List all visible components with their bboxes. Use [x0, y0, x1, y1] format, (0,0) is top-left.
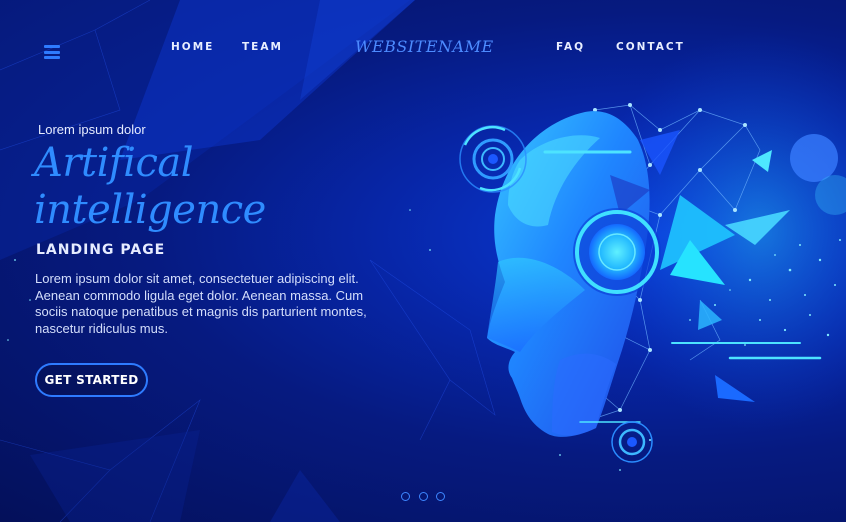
menu-bar [44, 45, 60, 48]
pager-dot-3[interactable] [436, 492, 445, 501]
slide-pager [401, 492, 447, 502]
menu-bar [44, 56, 60, 59]
hero-body-text: Lorem ipsum dolor sit amet, consectetuer… [35, 271, 367, 336]
polygon-shard [270, 470, 340, 522]
landing-page: HOME TEAM WEBSITENAME FAQ CONTACT Lorem … [0, 0, 846, 522]
hero-title-line-2: intelligence [34, 187, 266, 233]
hero-title-line-1: Artifical [34, 140, 194, 186]
hud-target-large [573, 208, 661, 296]
nav-link-team[interactable]: TEAM [242, 41, 283, 53]
nav-link-faq[interactable]: FAQ [556, 41, 585, 53]
hamburger-menu-icon[interactable] [44, 45, 60, 59]
hud-ring-bottom [611, 421, 653, 463]
polygon-shard [30, 430, 200, 522]
site-logo[interactable]: WEBSITENAME [355, 37, 494, 56]
hero-eyebrow: Lorem ipsum dolor [38, 122, 146, 137]
background-illustration [0, 0, 846, 522]
hero-title: Artifical intelligence [34, 140, 266, 234]
pager-dot-1[interactable] [401, 492, 410, 501]
nav-link-home[interactable]: HOME [171, 41, 214, 53]
hero-subtitle: LANDING PAGE [36, 242, 166, 258]
menu-bar [44, 50, 60, 54]
get-started-button[interactable]: GET STARTED [35, 363, 148, 397]
bokeh-circle [790, 134, 838, 182]
pager-dot-2[interactable] [419, 492, 428, 501]
hud-ring-top [459, 125, 527, 193]
nav-link-contact[interactable]: CONTACT [616, 41, 685, 53]
